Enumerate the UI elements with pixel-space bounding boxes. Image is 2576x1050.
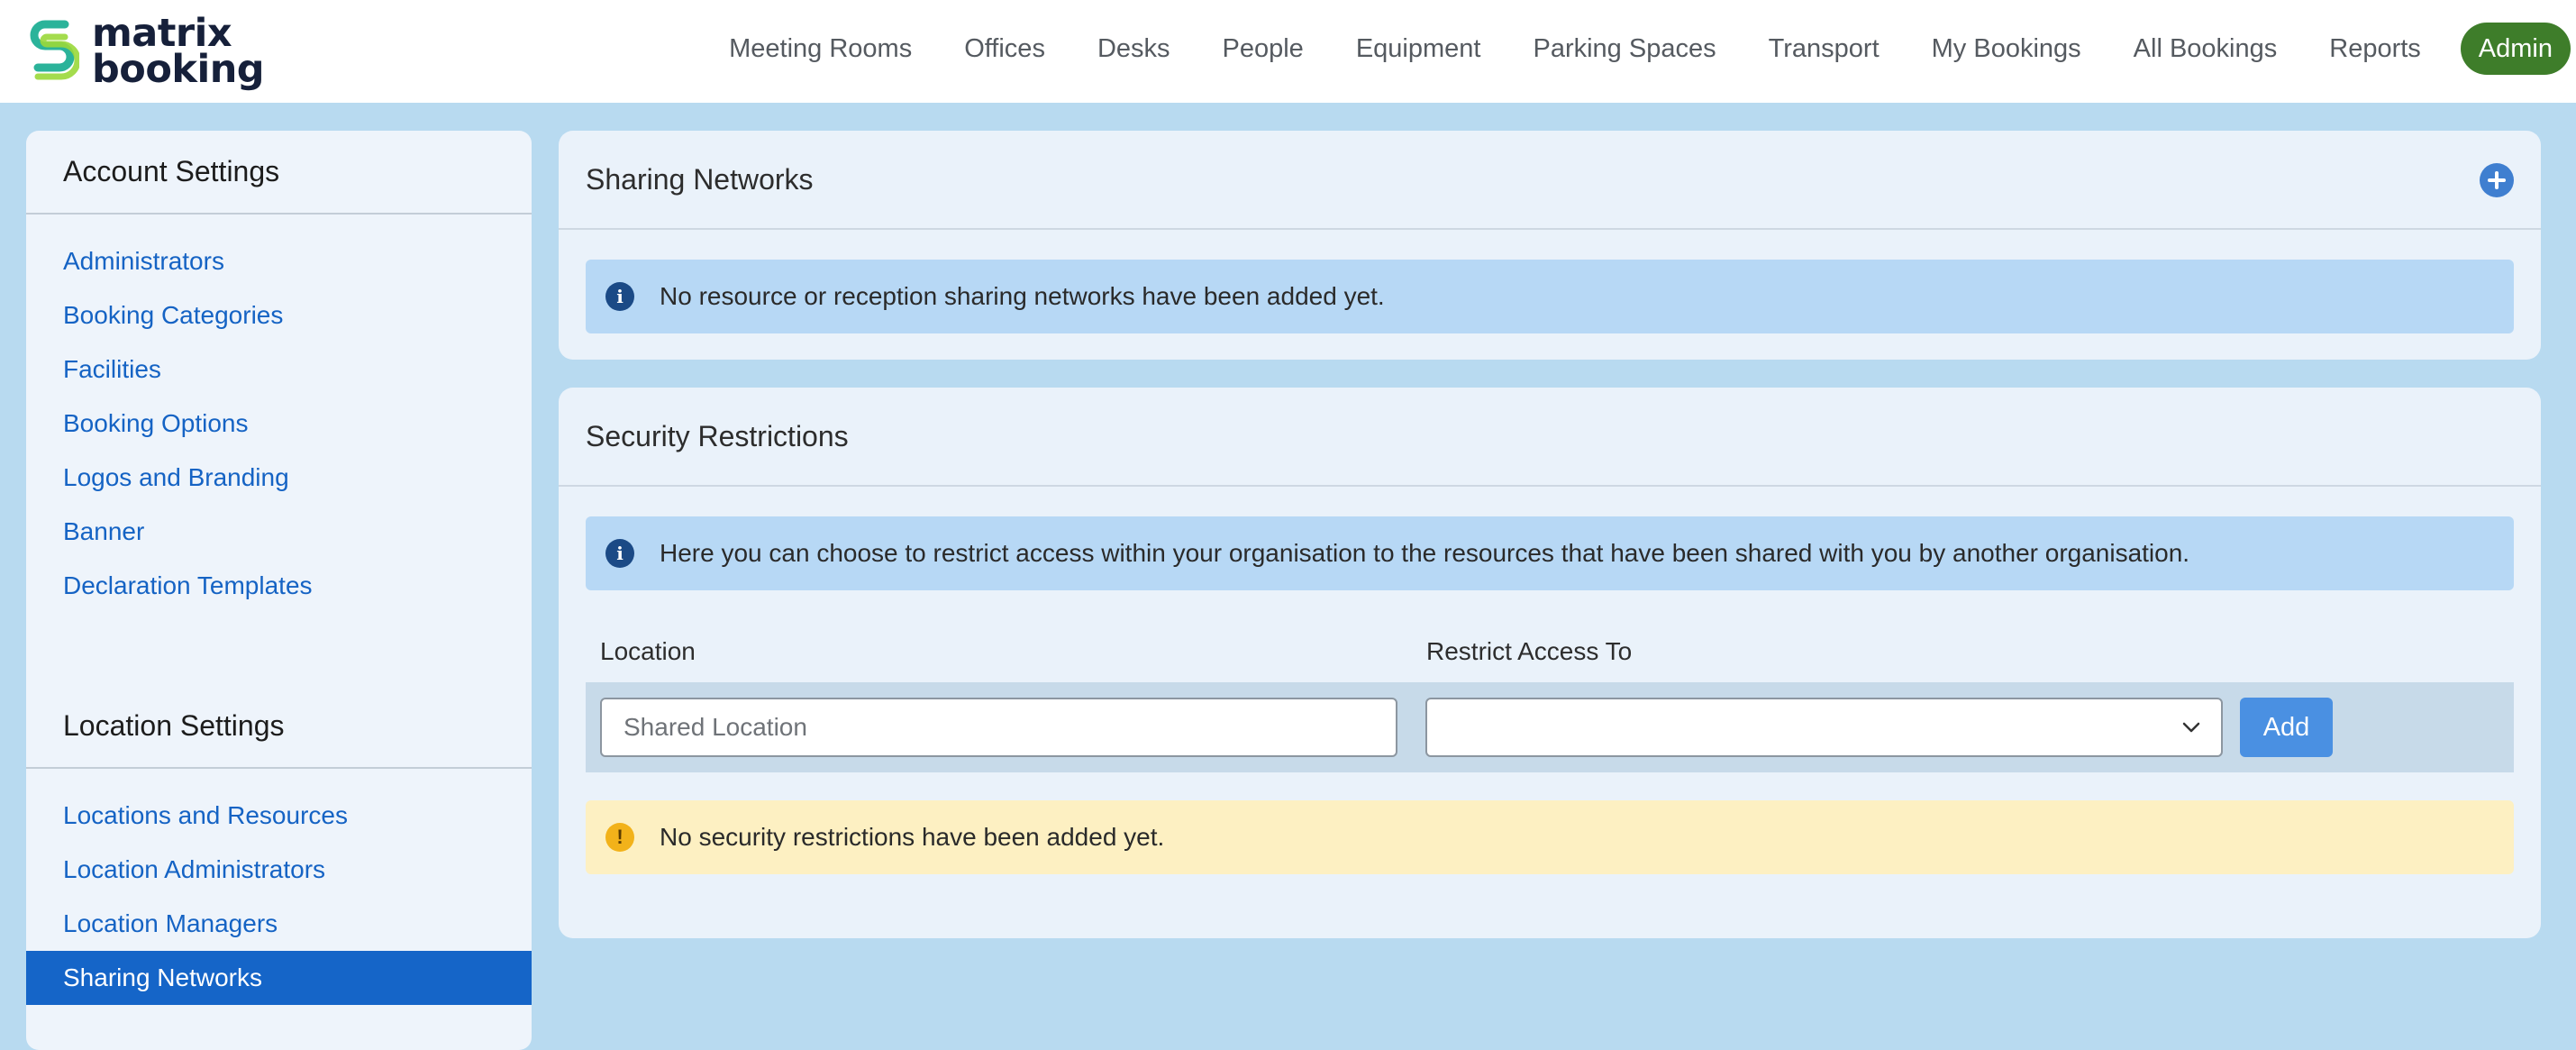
panel-title: Sharing Networks bbox=[586, 162, 814, 196]
sidebar-item-locations-and-resources[interactable]: Locations and Resources bbox=[26, 789, 532, 843]
sidebar-item-booking-options[interactable]: Booking Options bbox=[26, 397, 532, 451]
location-settings-heading: Location Settings bbox=[26, 685, 532, 769]
sidebar-item-location-managers[interactable]: Location Managers bbox=[26, 897, 532, 951]
nav-people[interactable]: People bbox=[1197, 34, 1330, 64]
nav-admin-button[interactable]: Admin bbox=[2460, 23, 2571, 75]
sidebar-item-administrators[interactable]: Administrators bbox=[26, 234, 532, 288]
alert-text: Here you can choose to restrict access w… bbox=[660, 539, 2190, 567]
security-warning-alert: ! No security restrictions have been add… bbox=[586, 800, 2514, 874]
restriction-form-row: Add bbox=[586, 682, 2514, 772]
sharing-networks-header: Sharing Networks bbox=[559, 131, 2541, 230]
top-navigation-bar: matrix booking Meeting Rooms Offices Des… bbox=[0, 0, 2576, 103]
security-restrictions-header: Security Restrictions bbox=[559, 388, 2541, 487]
sidebar-item-booking-categories[interactable]: Booking Categories bbox=[26, 288, 532, 342]
nav-my-bookings[interactable]: My Bookings bbox=[1906, 34, 2107, 64]
panel-title: Security Restrictions bbox=[586, 419, 849, 452]
exclamation-circle-icon: ! bbox=[605, 823, 634, 852]
sidebar-item-banner[interactable]: Banner bbox=[26, 505, 532, 559]
nav-offices[interactable]: Offices bbox=[938, 34, 1071, 64]
plus-circle-icon[interactable] bbox=[2480, 163, 2514, 197]
location-column-label: Location bbox=[600, 637, 696, 665]
add-restriction-button[interactable]: Add bbox=[2240, 698, 2333, 757]
nav-desks[interactable]: Desks bbox=[1071, 34, 1197, 64]
sharing-info-alert: i No resource or reception sharing netwo… bbox=[586, 260, 2514, 333]
sharing-networks-panel: Sharing Networks i No resource or recept… bbox=[559, 131, 2541, 360]
restrict-access-column-label: Restrict Access To bbox=[1426, 637, 1633, 665]
nav-all-bookings[interactable]: All Bookings bbox=[2107, 34, 2304, 64]
account-settings-heading: Account Settings bbox=[26, 131, 532, 215]
logo-wordmark: matrix booking bbox=[92, 11, 265, 92]
logo-line-1: matrix bbox=[92, 11, 232, 56]
info-circle-icon: i bbox=[605, 282, 634, 311]
nav-meeting-rooms[interactable]: Meeting Rooms bbox=[703, 34, 938, 64]
logo-mark-icon bbox=[30, 20, 79, 80]
alert-text: No resource or reception sharing network… bbox=[660, 282, 1385, 310]
security-info-alert: i Here you can choose to restrict access… bbox=[586, 516, 2514, 590]
nav-equipment[interactable]: Equipment bbox=[1330, 34, 1507, 64]
info-circle-icon: i bbox=[605, 539, 634, 568]
location-settings-list: Locations and Resources Location Adminis… bbox=[26, 769, 532, 1005]
matrix-booking-logo[interactable]: matrix booking bbox=[25, 11, 265, 92]
chevron-down-icon bbox=[2182, 722, 2200, 733]
sidebar-item-logos-and-branding[interactable]: Logos and Branding bbox=[26, 451, 532, 505]
shared-location-input[interactable] bbox=[600, 698, 1397, 757]
sidebar-item-declaration-templates[interactable]: Declaration Templates bbox=[26, 559, 532, 613]
security-restrictions-panel: Security Restrictions i Here you can cho… bbox=[559, 388, 2541, 938]
logo-line-2: booking bbox=[92, 47, 265, 92]
account-settings-list: Administrators Booking Categories Facili… bbox=[26, 215, 532, 613]
restrict-access-select[interactable] bbox=[1425, 698, 2223, 757]
nav-transport[interactable]: Transport bbox=[1743, 34, 1906, 64]
nav-parking-spaces[interactable]: Parking Spaces bbox=[1506, 34, 1742, 64]
sidebar-item-facilities[interactable]: Facilities bbox=[26, 342, 532, 397]
sidebar-item-sharing-networks[interactable]: Sharing Networks bbox=[26, 951, 532, 1005]
alert-text: No security restrictions have been added… bbox=[660, 823, 1165, 851]
sidebar-item-location-administrators[interactable]: Location Administrators bbox=[26, 843, 532, 897]
settings-sidebar: Account Settings Administrators Booking … bbox=[26, 131, 532, 1050]
nav-reports[interactable]: Reports bbox=[2303, 34, 2447, 64]
main-nav: Meeting Rooms Offices Desks People Equip… bbox=[703, 22, 2571, 76]
